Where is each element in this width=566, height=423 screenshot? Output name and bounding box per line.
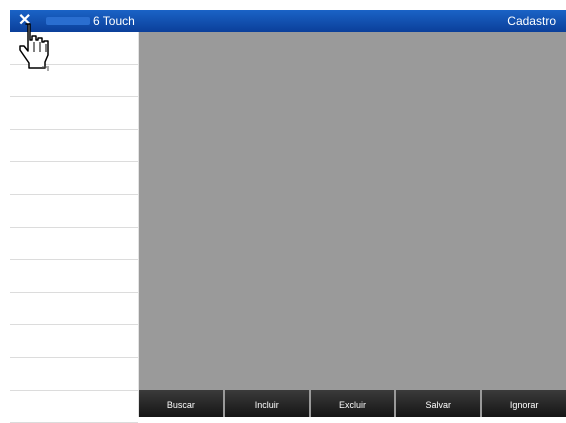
list-item[interactable]	[10, 391, 138, 423]
delete-button[interactable]: Excluir	[310, 390, 395, 417]
list-item[interactable]	[10, 97, 138, 130]
title-bar: ✕ 6 Touch Cadastro	[10, 10, 566, 32]
list-item[interactable]	[10, 358, 138, 391]
list-item[interactable]	[10, 130, 138, 163]
app-title: 6 Touch	[93, 14, 135, 28]
save-button[interactable]: Salvar	[396, 390, 481, 417]
list-item[interactable]	[10, 293, 138, 326]
list-item[interactable]	[10, 162, 138, 195]
search-button[interactable]: Buscar	[139, 390, 223, 417]
content-area	[139, 32, 566, 390]
list-item[interactable]	[10, 325, 138, 358]
hand-pointer-icon	[19, 23, 49, 71]
screen-title: Cadastro	[507, 14, 556, 28]
list-item[interactable]	[10, 260, 138, 293]
action-toolbar: Buscar Incluir Excluir Salvar Ignorar	[139, 390, 566, 417]
record-list[interactable]	[10, 32, 139, 423]
ignore-button[interactable]: Ignorar	[482, 390, 566, 417]
add-button[interactable]: Incluir	[224, 390, 309, 417]
list-item[interactable]	[10, 195, 138, 228]
list-item[interactable]	[10, 228, 138, 261]
